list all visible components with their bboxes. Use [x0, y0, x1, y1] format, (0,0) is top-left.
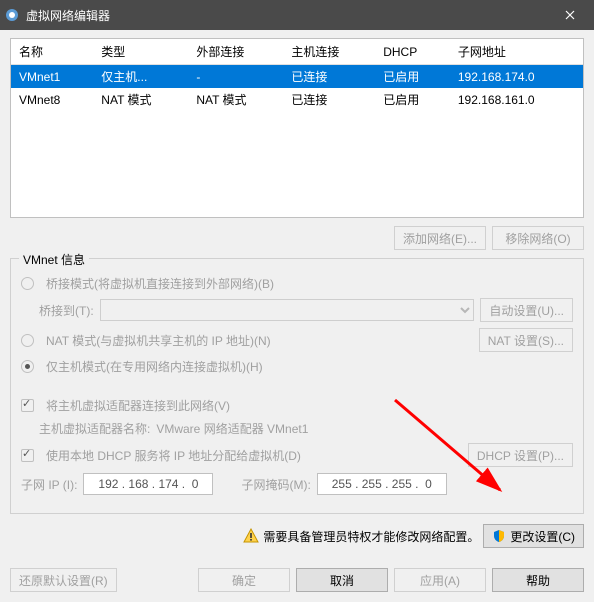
- use-dhcp-checkbox: [21, 449, 34, 462]
- subnet-ip-label: 子网 IP (I):: [21, 476, 77, 493]
- nat-radio: [21, 334, 34, 347]
- app-icon: [4, 7, 20, 23]
- column-header[interactable]: 子网地址: [450, 39, 583, 65]
- warning-text: 需要具备管理员特权才能修改网络配置。: [263, 528, 479, 545]
- change-settings-label: 更改设置(C): [510, 528, 575, 545]
- window-title: 虚拟网络编辑器: [26, 7, 550, 24]
- add-network-button: 添加网络(E)...: [394, 226, 486, 250]
- ok-button: 确定: [198, 568, 290, 592]
- titlebar: 虚拟网络编辑器: [0, 0, 594, 30]
- bridged-radio: [21, 277, 34, 290]
- connect-host-checkbox: [21, 399, 34, 412]
- change-settings-button[interactable]: 更改设置(C): [483, 524, 584, 548]
- adapter-name-value: VMware 网络适配器 VMnet1: [156, 420, 308, 437]
- cancel-button[interactable]: 取消: [296, 568, 388, 592]
- column-header[interactable]: DHCP: [375, 39, 450, 65]
- adapter-name-label: 主机虚拟适配器名称:: [39, 420, 150, 437]
- use-dhcp-label: 使用本地 DHCP 服务将 IP 地址分配给虚拟机(D): [46, 447, 301, 464]
- restore-defaults-button: 还原默认设置(R): [10, 568, 117, 592]
- column-header[interactable]: 外部连接: [188, 39, 283, 65]
- bridged-label: 桥接模式(将虚拟机直接连接到外部网络)(B): [46, 275, 274, 292]
- bridge-to-label: 桥接到(T):: [39, 302, 94, 319]
- table-row[interactable]: VMnet8NAT 模式NAT 模式已连接已启用192.168.161.0: [11, 88, 583, 111]
- subnet-mask-label: 子网掩码(M):: [241, 476, 310, 493]
- column-header[interactable]: 类型: [93, 39, 188, 65]
- group-legend: VMnet 信息: [19, 251, 89, 268]
- column-header[interactable]: 名称: [11, 39, 93, 65]
- column-header[interactable]: 主机连接: [283, 39, 375, 65]
- vmnet-info-group: VMnet 信息 桥接模式(将虚拟机直接连接到外部网络)(B) 桥接到(T): …: [10, 258, 584, 514]
- bridge-to-select: [100, 299, 475, 321]
- close-icon[interactable]: [550, 0, 590, 30]
- apply-button: 应用(A): [394, 568, 486, 592]
- connect-host-label: 将主机虚拟适配器连接到此网络(V): [46, 397, 230, 414]
- subnet-mask-input: [317, 473, 447, 495]
- table-row[interactable]: VMnet1仅主机...-已连接已启用192.168.174.0: [11, 65, 583, 89]
- shield-icon: [492, 529, 506, 543]
- hostonly-label: 仅主机模式(在专用网络内连接虚拟机)(H): [46, 358, 263, 375]
- warning-icon: [243, 528, 259, 544]
- subnet-ip-input: [83, 473, 213, 495]
- hostonly-radio: [21, 360, 34, 373]
- nat-settings-button: NAT 设置(S)...: [479, 328, 573, 352]
- networks-table[interactable]: 名称类型外部连接主机连接DHCP子网地址 VMnet1仅主机...-已连接已启用…: [10, 38, 584, 218]
- remove-network-button: 移除网络(O): [492, 226, 584, 250]
- help-button[interactable]: 帮助: [492, 568, 584, 592]
- nat-label: NAT 模式(与虚拟机共享主机的 IP 地址)(N): [46, 332, 271, 349]
- dhcp-settings-button: DHCP 设置(P)...: [468, 443, 573, 467]
- auto-settings-button: 自动设置(U)...: [480, 298, 573, 322]
